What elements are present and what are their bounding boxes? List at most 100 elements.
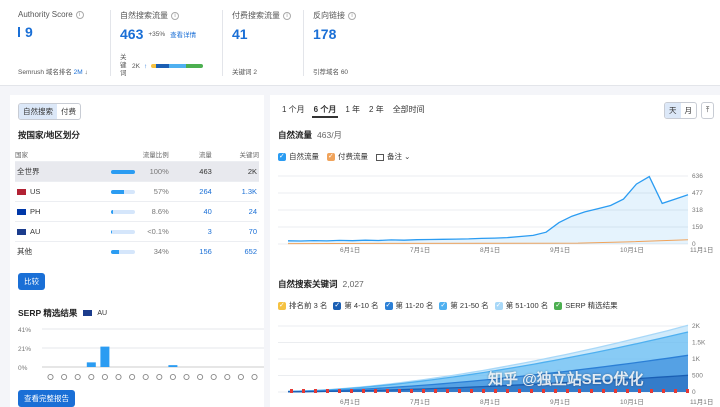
kw-legend-item[interactable]: 第 11-20 名 (384, 300, 433, 311)
share-bar (110, 229, 135, 234)
serp-marker (434, 389, 437, 393)
rank-label: Semrush 域名排名 (18, 69, 72, 76)
info-icon[interactable]: i (348, 11, 356, 20)
serp-feature-icon (101, 373, 108, 381)
traffic-value[interactable]: 40 (168, 200, 212, 221)
ref-domains-value[interactable]: 60 (341, 69, 348, 76)
info-icon[interactable]: i (171, 11, 179, 20)
info-icon[interactable]: i (283, 11, 291, 20)
keywords-value[interactable]: 1.3K (211, 180, 259, 201)
paid-kw-value[interactable]: 2 (253, 69, 257, 76)
authority-label: Authority Score (18, 10, 73, 19)
backlinks-label: 反向链接 (313, 11, 345, 20)
serp-feature-icon (115, 373, 122, 381)
organic-traffic-card: 自然搜索流量 i 463 +35% 查看详情 关键词 2K ↑ (120, 10, 220, 77)
traffic-value[interactable]: 463 (168, 160, 212, 181)
view-month[interactable]: 月 (681, 103, 697, 118)
metrics-bar: Authority Score i 9 Semrush 域名排名 2M ↓ 自然搜… (0, 0, 720, 86)
serp-marker (482, 389, 485, 393)
y-tick: 1K (692, 356, 701, 363)
y-tick: 0 (692, 389, 696, 396)
view-details-link[interactable]: 查看详情 (170, 29, 196, 39)
period-all[interactable]: 全部时间 (391, 103, 427, 118)
serp-marker (662, 389, 665, 393)
y-tick: 318 (692, 207, 703, 214)
score-gauge-icon (18, 27, 20, 37)
country-name: 全世界 (17, 166, 40, 176)
y-tick: 477 (692, 190, 703, 197)
kw-legend-item[interactable]: SERP 精选结果 (554, 300, 618, 311)
period-1m[interactable]: 1 个月 (280, 103, 307, 118)
search-type-toggle: 自然搜索 付费 (18, 103, 81, 120)
keywords-value[interactable]: 2K (211, 160, 259, 181)
authority-value[interactable]: 9 (25, 24, 33, 40)
y-tick: 2K (692, 323, 701, 330)
share-value: 34% (153, 246, 169, 256)
keywords-value[interactable]: 2K (132, 63, 140, 70)
export-icon[interactable]: ⤒ (702, 103, 713, 118)
x-tick: 10月1日 (620, 246, 644, 254)
serp-marker (506, 389, 509, 393)
serp-marker (638, 389, 641, 393)
y-tick: 159 (692, 224, 703, 231)
keywords-value[interactable]: 652 (211, 240, 259, 261)
view-day[interactable]: 天 (665, 103, 681, 118)
organic-value[interactable]: 463 (120, 26, 143, 42)
serp-marker (686, 389, 689, 393)
chevron-down-icon: ⌄ (404, 152, 411, 161)
info-icon[interactable]: i (75, 10, 84, 19)
tab-paid[interactable]: 付费 (57, 104, 80, 119)
period-6m[interactable]: 6 个月 (311, 103, 339, 118)
table-row[interactable]: US 57% 264 1.3K (15, 180, 259, 201)
serp-feature-icon (210, 373, 217, 381)
share-bar (110, 189, 135, 194)
legend-paid[interactable]: 付费流量 (327, 151, 368, 162)
organic-change: +35% (148, 30, 166, 38)
table-row[interactable]: 其他 34% 156 652 (15, 240, 259, 261)
share-bar (110, 249, 135, 254)
kw-legend-item[interactable]: 第 4-10 名 (333, 300, 379, 311)
serp-marker (290, 389, 293, 393)
compare-button[interactable]: 比较 (18, 273, 45, 290)
kw-legend-item[interactable]: 排名前 3 名 (278, 300, 327, 311)
x-tick: 6月1日 (340, 246, 360, 254)
trend-up-icon: ↑ (143, 62, 148, 70)
legend-notes[interactable]: 备注 ⌄ (376, 151, 410, 162)
rank-value[interactable]: 2M (74, 69, 83, 76)
keywords-value[interactable]: 70 (211, 220, 259, 241)
kw-legend-item[interactable]: 第 51-100 名 (494, 300, 548, 311)
traffic-value[interactable]: 156 (168, 240, 212, 261)
left-panel: 自然搜索 付费 按国家/地区划分 国家 流量比例 流量 关键词 全世界 100% 4… (10, 95, 264, 407)
serp-feature-icon (47, 373, 54, 381)
traffic-value[interactable]: 264 (168, 180, 212, 201)
serp-feature-icon (237, 373, 244, 381)
keywords-value[interactable]: 24 (211, 200, 259, 221)
kw-legend-item[interactable]: 第 21-50 名 (439, 300, 489, 311)
serp-marker (518, 389, 521, 393)
period-2y[interactable]: 2 年 (367, 103, 386, 118)
paid-value[interactable]: 41 (232, 26, 248, 42)
period-1y[interactable]: 1 年 (343, 103, 362, 118)
traffic-legend: 自然流量 付费流量 备注 ⌄ (278, 151, 410, 162)
tab-organic[interactable]: 自然搜索 (19, 104, 57, 119)
serp-marker (578, 389, 581, 393)
serp-chart: 41% 21% 0% (18, 327, 264, 381)
x-tick: 9月1日 (550, 246, 570, 254)
table-row[interactable]: PH 8.6% 40 24 (15, 200, 259, 221)
au-flag-icon (17, 228, 26, 235)
au-flag-icon (83, 310, 93, 316)
legend-organic[interactable]: 自然流量 (278, 151, 319, 162)
x-tick: 11月1日 (690, 398, 713, 406)
serp-country: AU (97, 309, 108, 317)
serp-marker (590, 389, 593, 393)
full-report-button[interactable]: 查看完整报告 (18, 390, 75, 407)
table-row[interactable]: AU <0.1% 3 70 (15, 220, 259, 241)
x-tick: 7月1日 (410, 246, 430, 254)
country-table: 国家 流量比例 流量 关键词 全世界 100% 463 2K US 57% 264 1.3K P… (15, 147, 259, 261)
serp-feature-icon (129, 373, 136, 381)
traffic-value[interactable]: 3 (168, 220, 212, 241)
backlinks-value[interactable]: 178 (313, 26, 336, 42)
serp-bar (86, 362, 96, 367)
x-tick: 8月1日 (480, 246, 500, 254)
table-row[interactable]: 全世界 100% 463 2K (15, 160, 259, 181)
